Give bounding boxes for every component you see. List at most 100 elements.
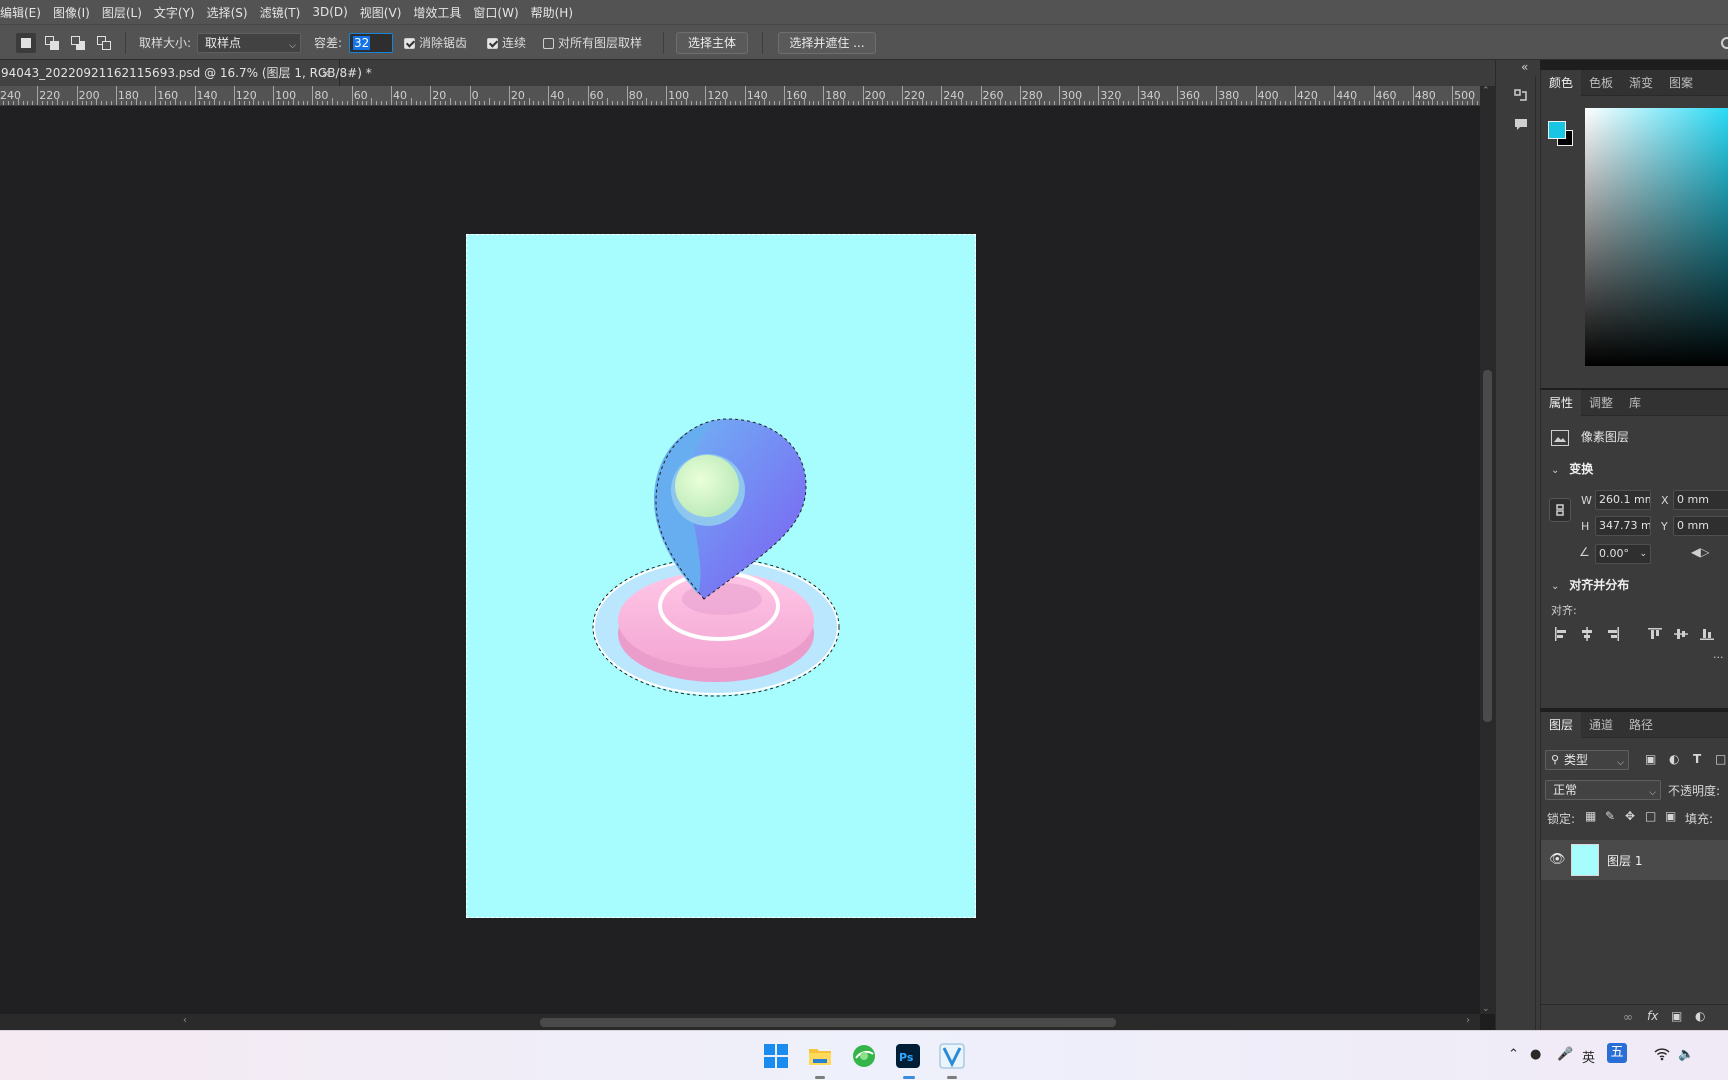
lock-transparent-pixels-icon[interactable]: ▦ <box>1585 809 1596 823</box>
scrollbar-thumb[interactable] <box>1483 370 1492 722</box>
width-input[interactable]: 260.1 mm <box>1595 490 1651 510</box>
width-label: W <box>1581 494 1592 507</box>
tab-adjustments[interactable]: 调整 <box>1581 390 1621 416</box>
scrollbar-thumb[interactable] <box>540 1018 1116 1027</box>
scroll-up-arrow-icon[interactable]: ⌃ <box>1482 86 1490 96</box>
lock-image-pixels-icon[interactable]: ✎ <box>1605 809 1615 823</box>
link-layers-icon[interactable]: ∞ <box>1623 1010 1633 1024</box>
tab-color[interactable]: 颜色 <box>1541 70 1582 96</box>
select-subject-button[interactable]: 选择主体 <box>676 32 748 54</box>
sample-size-select[interactable]: 取样点 ⌵ <box>197 33 301 53</box>
tab-patterns[interactable]: 图案 <box>1661 70 1701 96</box>
show-hidden-icons-icon[interactable]: ⌃ <box>1508 1047 1519 1062</box>
filter-type-icon[interactable]: T <box>1693 752 1701 766</box>
tab-swatches[interactable]: 色板 <box>1581 70 1621 96</box>
scroll-right-arrow-icon[interactable]: › <box>1466 1015 1470 1026</box>
menu-select[interactable]: 选择(S) <box>201 4 254 21</box>
transform-section-header[interactable]: ⌄ 变换 <box>1551 460 1728 477</box>
fx-icon[interactable]: fx <box>1647 1009 1658 1023</box>
canvas-area[interactable] <box>0 106 1480 1014</box>
select-and-mask-button[interactable]: 选择并遮住 ... <box>778 32 876 54</box>
add-mask-icon[interactable]: ▣ <box>1671 1009 1682 1023</box>
wifi-icon[interactable] <box>1654 1047 1670 1065</box>
filter-shape-icon[interactable]: □ <box>1715 752 1726 766</box>
sample-all-layers-checkbox[interactable]: 对所有图层取样 <box>543 33 642 53</box>
add-to-selection-button[interactable] <box>42 33 62 53</box>
layer-row[interactable]: 👁 图层 1 <box>1541 840 1728 880</box>
file-explorer-icon[interactable] <box>807 1043 833 1069</box>
align-left-edges-icon[interactable] <box>1553 626 1569 642</box>
menu-3d[interactable]: 3D(D) <box>306 5 353 19</box>
windows-start-icon[interactable] <box>763 1043 789 1069</box>
ruler-tick <box>558 101 560 105</box>
subtract-from-selection-button[interactable] <box>68 33 88 53</box>
ruler-tick <box>130 101 132 105</box>
tolerance-input[interactable]: 32 <box>349 33 393 53</box>
link-dimensions-icon[interactable] <box>1549 498 1571 522</box>
search-icon[interactable] <box>1721 37 1728 49</box>
menu-filter[interactable]: 滤镜(T) <box>254 4 307 21</box>
browser-icon[interactable] <box>851 1043 877 1069</box>
scroll-left-arrow-icon[interactable]: ‹ <box>183 1015 187 1026</box>
align-right-edges-icon[interactable] <box>1605 626 1621 642</box>
align-vertical-centers-icon[interactable] <box>1673 626 1689 642</box>
lock-position-icon[interactable]: ✥ <box>1625 809 1635 823</box>
lock-artboard-icon[interactable]: □ <box>1645 809 1656 823</box>
color-picker-field[interactable] <box>1585 108 1728 366</box>
comment-icon[interactable] <box>1512 116 1530 134</box>
vertical-scrollbar[interactable]: ⌃ ⌄ <box>1480 86 1495 1014</box>
align-horizontal-centers-icon[interactable] <box>1579 626 1595 642</box>
collapse-panels-icon[interactable]: « <box>1521 60 1528 74</box>
contiguous-checkbox[interactable]: 连续 <box>487 33 526 53</box>
ruler-tick <box>7 101 9 105</box>
ime-language-indicator[interactable]: 英 <box>1582 1047 1595 1066</box>
menu-help[interactable]: 帮助(H) <box>525 4 579 21</box>
x-input[interactable]: 0 mm <box>1673 490 1728 510</box>
tab-properties[interactable]: 属性 <box>1541 390 1582 416</box>
eye-icon[interactable]: 👁 <box>1549 852 1566 867</box>
tab-paths[interactable]: 路径 <box>1621 712 1661 738</box>
flip-horizontal-icon[interactable]: ◀▷ <box>1691 545 1709 559</box>
menu-window[interactable]: 窗口(W) <box>467 4 524 21</box>
history-icon[interactable] <box>1512 88 1530 106</box>
tab-layers[interactable]: 图层 <box>1541 712 1582 738</box>
app-icon[interactable] <box>939 1043 965 1069</box>
menu-image[interactable]: 图像(I) <box>47 4 96 21</box>
foreground-color-swatch[interactable] <box>1548 121 1566 139</box>
blend-mode-select[interactable]: 正常 ⌵ <box>1545 780 1661 800</box>
qq-icon[interactable]: ● <box>1530 1047 1541 1062</box>
filter-pixel-icon[interactable]: ▣ <box>1645 752 1656 766</box>
close-icon[interactable]: × <box>321 60 331 86</box>
antialias-checkbox[interactable]: 消除锯齿 <box>404 33 467 53</box>
filter-adjustment-icon[interactable]: ◐ <box>1669 752 1679 766</box>
new-adjustment-layer-icon[interactable]: ◐ <box>1695 1009 1705 1023</box>
align-section-header[interactable]: ⌄ 对齐并分布 <box>1551 576 1728 593</box>
layer-name[interactable]: 图层 1 <box>1607 852 1642 869</box>
menu-view[interactable]: 视图(V) <box>354 4 408 21</box>
ime-badge[interactable]: 五 <box>1607 1043 1627 1063</box>
lock-all-icon[interactable]: ▣ <box>1665 809 1676 823</box>
align-top-edges-icon[interactable] <box>1647 626 1663 642</box>
menu-type[interactable]: 文字(Y) <box>148 4 201 21</box>
menu-plugins[interactable]: 增效工具 <box>407 4 467 21</box>
microphone-icon[interactable]: 🎤 <box>1557 1047 1573 1062</box>
tab-channels[interactable]: 通道 <box>1581 712 1621 738</box>
photoshop-icon[interactable]: Ps <box>895 1043 921 1069</box>
intersect-selection-button[interactable] <box>94 33 114 53</box>
y-input[interactable]: 0 mm <box>1673 516 1728 536</box>
document-tab[interactable]: 94043_20220921162115693.psd @ 16.7% (图层 … <box>0 60 372 86</box>
volume-icon[interactable]: 🔈 <box>1678 1047 1694 1062</box>
new-selection-button[interactable] <box>16 33 36 53</box>
more-options-icon[interactable]: ... <box>1713 648 1724 661</box>
layer-filter-select[interactable]: ⚲ 类型 ⌵ <box>1545 750 1629 770</box>
horizontal-scrollbar[interactable]: ‹ › <box>0 1014 1480 1030</box>
height-input[interactable]: 347.73 mm <box>1595 516 1651 536</box>
align-bottom-edges-icon[interactable] <box>1699 626 1715 642</box>
document-canvas[interactable] <box>466 234 976 918</box>
menu-edit[interactable]: 编辑(E) <box>0 4 47 21</box>
tab-gradients[interactable]: 渐变 <box>1621 70 1661 96</box>
tab-libraries[interactable]: 库 <box>1621 390 1649 416</box>
menu-layer[interactable]: 图层(L) <box>96 4 148 21</box>
angle-input[interactable]: 0.00° ⌄ <box>1595 544 1651 564</box>
scroll-down-arrow-icon[interactable]: ⌄ <box>1482 1004 1490 1014</box>
